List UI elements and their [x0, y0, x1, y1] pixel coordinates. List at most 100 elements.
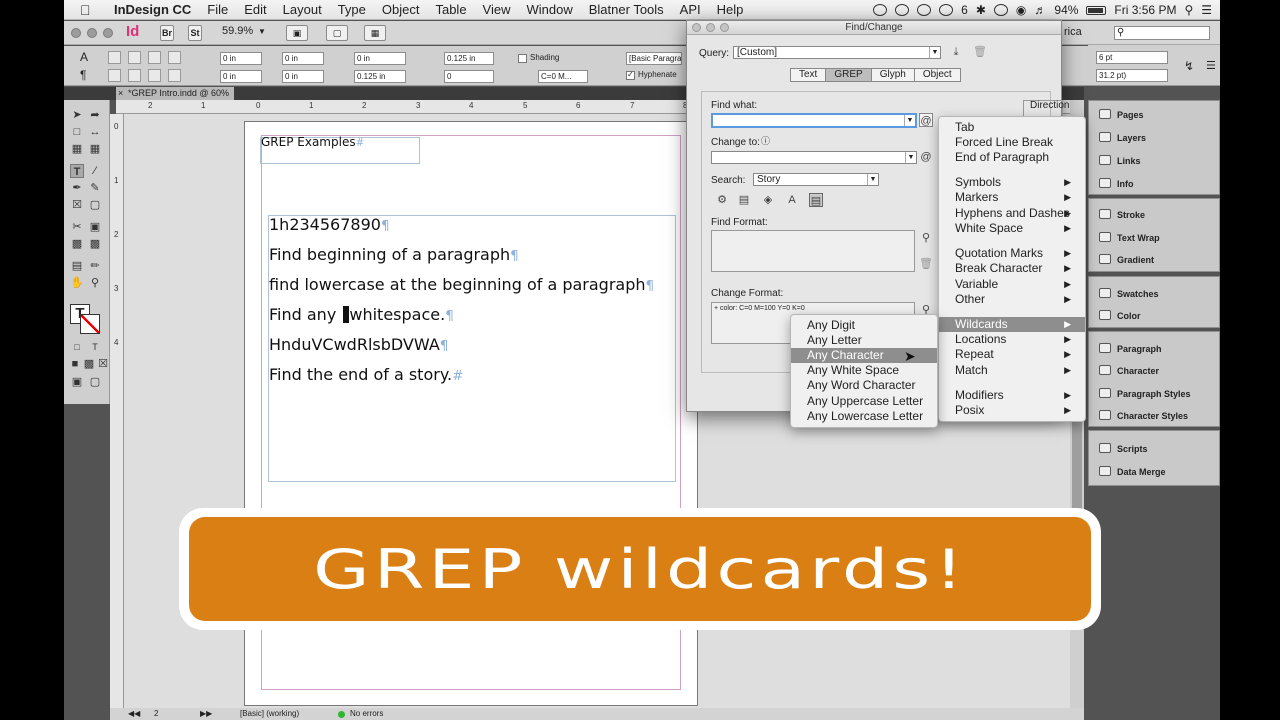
justify-left-button[interactable] [108, 69, 121, 82]
type-tool-icon[interactable]: T [70, 164, 84, 178]
menu-item-repeat[interactable]: Repeat ▶ [939, 347, 1085, 362]
menu-item-wildcards[interactable]: Wildcards ▶ [939, 317, 1085, 332]
align-towards-spine-button[interactable] [168, 51, 181, 64]
justify-right-button[interactable] [148, 69, 161, 82]
special-characters-find-icon[interactable]: @ [919, 113, 933, 127]
menu-item-any-word-character[interactable]: Any Word Character [791, 378, 937, 393]
pen-tool-icon[interactable]: ✒ [70, 181, 84, 195]
menu-item-posix[interactable]: Posix ▶ [939, 403, 1085, 418]
tracking-field[interactable]: 6 pt [1096, 51, 1168, 64]
menu-item-symbols[interactable]: Symbols ▶ [939, 175, 1085, 190]
power-icon[interactable] [917, 4, 932, 16]
align-right-button[interactable] [148, 51, 161, 64]
space-after-field[interactable]: 0.125 in [354, 70, 406, 83]
justify-all-button[interactable] [168, 69, 181, 82]
left-indent-field[interactable]: 0 in [220, 52, 262, 65]
menu-blatner-tools[interactable]: Blatner Tools [581, 2, 672, 17]
menu-item-hyphens-and-dashes[interactable]: Hyphens and Dashes ▶ [939, 206, 1085, 221]
arrange-documents-button[interactable]: ▦ [364, 25, 386, 41]
menu-edit[interactable]: Edit [236, 2, 274, 17]
free-transform-tool-icon[interactable]: ▣ [88, 220, 102, 234]
search-help-field[interactable]: ⚲ [1114, 26, 1210, 40]
menu-help[interactable]: Help [709, 2, 752, 17]
battery-icon[interactable] [1086, 5, 1107, 15]
shading-color-field[interactable]: C=0 M... [538, 70, 588, 83]
find-format-box[interactable] [711, 230, 915, 272]
menu-item-match[interactable]: Match ▶ [939, 363, 1085, 378]
panel-paragraph-styles[interactable]: Paragraph Styles [1117, 389, 1191, 399]
rectangle-tool-icon[interactable]: ▢ [88, 198, 102, 212]
menu-item-any-white-space[interactable]: Any White Space [791, 363, 937, 378]
gap-tool-icon[interactable]: ↔ [88, 125, 102, 139]
zoom-dropdown-icon[interactable]: ▼ [258, 27, 266, 36]
eye-icon[interactable] [939, 4, 954, 16]
menu-item-other[interactable]: Other ▶ [939, 292, 1085, 307]
pencil-tool-icon[interactable]: ✎ [88, 181, 102, 195]
find-what-input[interactable]: ▼ [711, 113, 917, 128]
creative-cloud-count[interactable]: 6 [961, 3, 968, 17]
bluetooth-icon[interactable]: ✱ [976, 3, 986, 17]
menu-object[interactable]: Object [374, 2, 428, 17]
menu-item-any-uppercase-letter[interactable]: Any Uppercase Letter [791, 394, 937, 409]
preflight-profile[interactable]: [Basic] (working) [240, 708, 299, 720]
minimize-window-button[interactable] [87, 28, 97, 38]
menu-item-forced-line-break[interactable]: Forced Line Break [939, 135, 1085, 150]
volume-icon[interactable]: ♬ [1034, 3, 1046, 17]
normal-mode-icon[interactable]: ▣ [70, 375, 84, 389]
dropcap-lines-field[interactable]: 0 [444, 70, 494, 83]
notification-icon[interactable]: ☰ [1201, 3, 1212, 17]
menu-item-any-lowercase-letter[interactable]: Any Lowercase Letter [791, 409, 937, 424]
menu-table[interactable]: Table [427, 2, 474, 17]
menu-type[interactable]: Type [330, 2, 374, 17]
tab-grep[interactable]: GREP [825, 68, 872, 82]
menu-item-quotation-marks[interactable]: Quotation Marks ▶ [939, 246, 1085, 261]
menu-app[interactable]: InDesign CC [106, 2, 199, 17]
align-center-button[interactable] [128, 51, 141, 64]
menu-item-end-of-paragraph[interactable]: End of Paragraph [939, 150, 1085, 165]
tab-text[interactable]: Text [790, 68, 827, 82]
preflight-errors[interactable]: No errors [350, 708, 383, 720]
menu-item-any-letter[interactable]: Any Letter [791, 333, 937, 348]
panel-data-merge[interactable]: Data Merge [1117, 467, 1166, 477]
sync-icon[interactable] [895, 4, 910, 16]
dialog-zoom-button[interactable] [720, 23, 729, 32]
dropbox-icon[interactable] [873, 4, 888, 16]
dialog-minimize-button[interactable] [706, 23, 715, 32]
formatting-container-icon[interactable]: □ [70, 340, 84, 354]
justify-center-button[interactable] [128, 69, 141, 82]
time-machine-icon[interactable] [993, 4, 1008, 16]
special-characters-change-icon[interactable]: @ [919, 150, 933, 164]
first-line-indent-field[interactable]: 0 in [220, 70, 262, 83]
leading-field[interactable]: 31.2 pt) [1096, 69, 1168, 82]
spotlight-icon[interactable]: ⚲ [1184, 3, 1193, 17]
gradient-swatch-tool-icon[interactable]: ▩ [70, 237, 84, 251]
query-select[interactable]: [Custom] ▼ [733, 46, 941, 59]
view-options-button[interactable]: ▣ [286, 25, 308, 41]
info-icon[interactable]: ⓘ [761, 134, 770, 147]
menu-layout[interactable]: Layout [275, 2, 330, 17]
menu-item-break-character[interactable]: Break Character ▶ [939, 261, 1085, 276]
space-before-field[interactable]: 0 in [354, 52, 406, 65]
include-master-pages-icon[interactable]: A [785, 193, 799, 207]
clock[interactable]: Fri 3:56 PM [1114, 3, 1176, 17]
align-left-button[interactable] [108, 51, 121, 64]
panel-gradient[interactable]: Gradient [1117, 255, 1154, 265]
page-tool-icon[interactable]: □ [70, 125, 84, 139]
specify-find-format-icon[interactable]: ⚲ [919, 231, 933, 245]
menu-item-tab[interactable]: Tab [939, 120, 1085, 135]
apply-gradient-icon[interactable]: ▩ [82, 357, 96, 371]
wifi-icon[interactable]: ◉ [1016, 3, 1026, 17]
character-formatting-icon[interactable]: A [80, 50, 88, 64]
panel-character[interactable]: Character [1117, 366, 1159, 376]
formatting-text-icon[interactable]: T [88, 340, 102, 354]
paragraph-style-field[interactable]: [Basic Paragraph] [626, 52, 682, 65]
find-history-chevron-icon[interactable]: ▼ [904, 115, 915, 126]
panel-menu-icon[interactable]: ☰ [1206, 59, 1216, 72]
dialog-close-button[interactable] [692, 23, 701, 32]
menu-item-locations[interactable]: Locations ▶ [939, 332, 1085, 347]
bridge-button[interactable]: Br [160, 25, 174, 41]
delete-query-icon[interactable]: 🗑 [973, 45, 987, 59]
menu-api[interactable]: API [672, 2, 709, 17]
panel-info[interactable]: Info [1117, 179, 1134, 189]
panel-stroke[interactable]: Stroke [1117, 210, 1145, 220]
